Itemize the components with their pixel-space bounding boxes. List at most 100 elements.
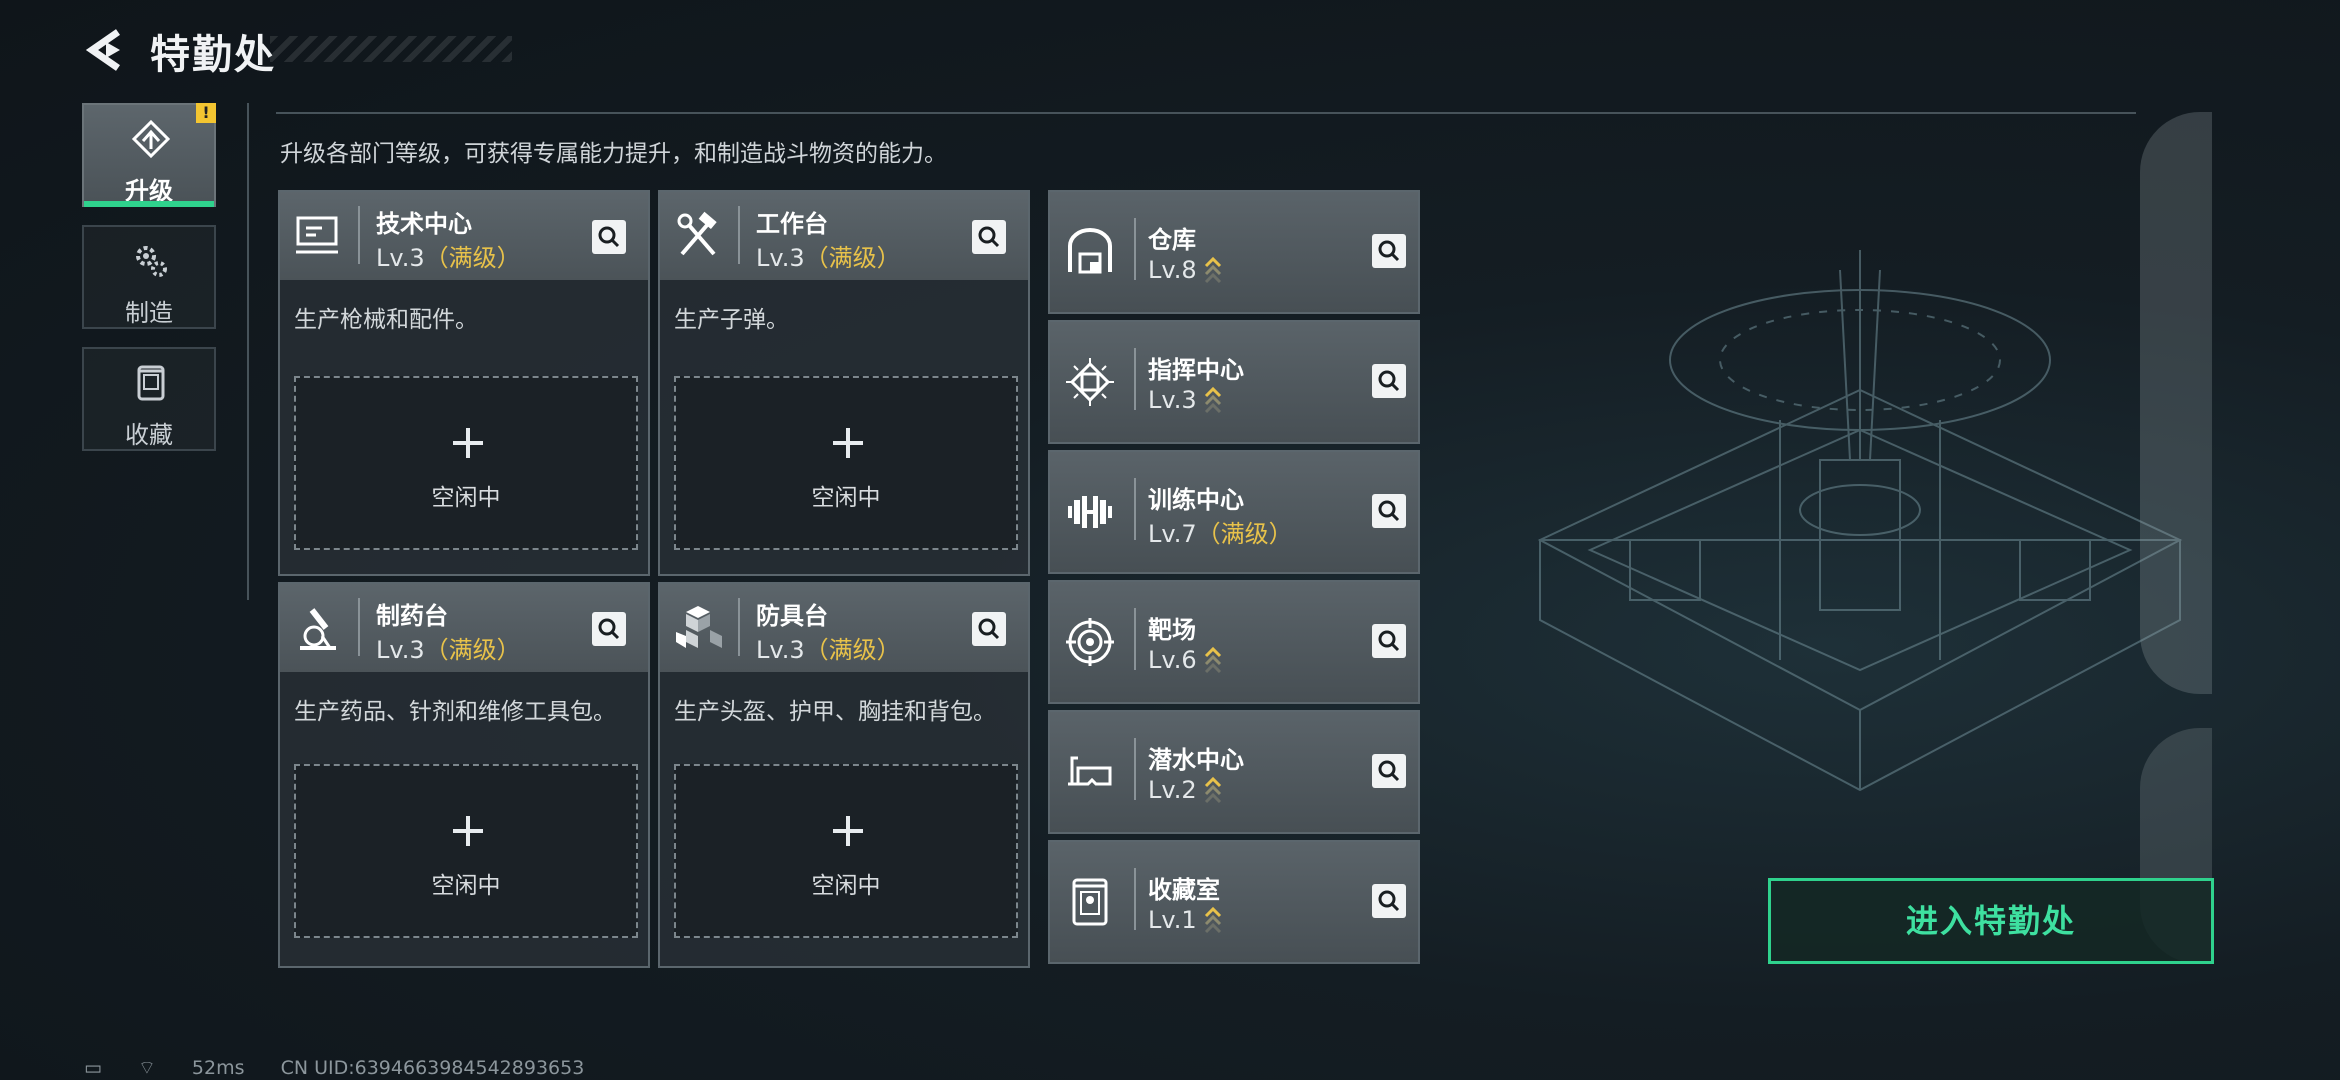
workbench-level: Lv.3（满级）	[756, 630, 901, 665]
tab-collection[interactable]: 收藏	[82, 347, 216, 451]
facility-name: 仓库	[1148, 226, 1196, 254]
collection-icon	[137, 365, 165, 401]
search-icon[interactable]	[1372, 494, 1406, 528]
plus-icon	[453, 428, 483, 458]
facility-name: 收藏室	[1148, 876, 1220, 904]
facility-card-warehouse[interactable]: 仓库 Lv.8	[1048, 190, 1420, 314]
search-icon[interactable]	[1372, 364, 1406, 398]
production-slot[interactable]: 空闲中	[674, 764, 1018, 938]
user-uid: CN UID:6394663984542893653	[280, 1057, 585, 1079]
facility-name: 潜水中心	[1148, 746, 1244, 774]
separator	[1134, 218, 1136, 280]
workbench-description: 生产子弹。	[674, 307, 789, 333]
alert-badge: !	[196, 103, 216, 123]
facility-card-range[interactable]: 靶场 Lv.6	[1048, 580, 1420, 704]
workbench-level: Lv.3（满级）	[376, 630, 521, 665]
slot-status: 空闲中	[811, 873, 881, 899]
production-slot[interactable]: 空闲中	[294, 764, 638, 938]
separator	[1134, 608, 1136, 670]
diving-mask-icon	[1068, 756, 1112, 786]
facility-card-diving[interactable]: 潜水中心 Lv.2	[1048, 710, 1420, 834]
level-value: Lv.7	[1148, 520, 1197, 548]
microscope-icon	[300, 608, 336, 650]
tab-craft[interactable]: 制造	[82, 225, 216, 329]
workbench-card-pharmacy[interactable]: 制药台 Lv.3（满级） 生产药品、针剂和维修工具包。 空闲中	[278, 582, 650, 968]
plus-icon	[833, 816, 863, 846]
workbench-card-armor[interactable]: 防具台 Lv.3（满级） 生产头盔、护甲、胸挂和背包。 空闲中	[658, 582, 1030, 968]
warehouse-icon	[1068, 228, 1112, 274]
workbench-name: 工作台	[756, 210, 828, 238]
facility-card-collection-room[interactable]: 收藏室 Lv.1	[1048, 840, 1420, 964]
tab-upgrade-label: 升级	[125, 177, 173, 205]
separator	[1134, 478, 1136, 540]
tools-icon	[677, 211, 717, 256]
cubes-icon	[676, 606, 722, 648]
search-icon[interactable]	[1372, 884, 1406, 918]
workbench-description: 生产头盔、护甲、胸挂和背包。	[674, 699, 996, 725]
search-icon[interactable]	[1372, 624, 1406, 658]
chip-icon	[1066, 358, 1114, 406]
enter-special-ops-button[interactable]: 进入特勤处	[1768, 878, 2214, 964]
max-level-tag: （满级）	[1196, 520, 1293, 548]
search-icon[interactable]	[1372, 234, 1406, 268]
level-value: Lv.6	[1148, 646, 1197, 674]
plus-icon	[833, 428, 863, 458]
level-value: Lv.2	[1148, 776, 1197, 804]
facility-name: 训练中心	[1148, 486, 1244, 514]
search-icon[interactable]	[592, 220, 626, 254]
tab-craft-label: 制造	[125, 299, 173, 327]
search-icon[interactable]	[972, 220, 1006, 254]
production-slot[interactable]: 空闲中	[294, 376, 638, 550]
frame-line	[247, 103, 249, 600]
search-icon[interactable]	[972, 612, 1006, 646]
side-panel[interactable]	[2140, 112, 2212, 694]
ping-value: 52ms	[191, 1057, 245, 1079]
workbench-name: 制药台	[376, 602, 448, 630]
workbench-card-tech[interactable]: 技术中心 Lv.3（满级） 生产枪械和配件。 空闲中	[278, 190, 650, 576]
level-value: Lv.3	[376, 636, 425, 664]
search-icon[interactable]	[592, 612, 626, 646]
separator	[1134, 348, 1136, 410]
intro-text: 升级各部门等级，可获得专属能力提升，和制造战斗物资的能力。	[280, 141, 947, 167]
separator	[358, 206, 360, 264]
slot-status: 空闲中	[811, 485, 881, 511]
upgrade-chevron-icon	[1204, 776, 1221, 804]
gears-icon	[136, 246, 167, 277]
facility-card-command[interactable]: 指挥中心 Lv.3	[1048, 320, 1420, 444]
workbench-level: Lv.3（满级）	[376, 238, 521, 273]
dumbbell-icon	[1068, 496, 1112, 528]
workbench-card-workshop[interactable]: 工作台 Lv.3（满级） 生产子弹。 空闲中	[658, 190, 1030, 576]
target-icon	[1066, 618, 1114, 666]
level-value: Lv.1	[1148, 906, 1197, 934]
upgrade-chevron-icon	[1204, 646, 1221, 674]
wifi-icon: ⌔	[138, 1057, 156, 1079]
facility-name: 靶场	[1148, 616, 1196, 644]
facility-level: Lv.6	[1148, 644, 1223, 674]
upgrade-chevron-icon	[1204, 256, 1221, 284]
plus-icon	[453, 816, 483, 846]
facility-level: Lv.1	[1148, 904, 1223, 934]
facility-card-training[interactable]: 训练中心 Lv.7（满级）	[1048, 450, 1420, 574]
search-icon[interactable]	[1372, 754, 1406, 788]
separator	[738, 206, 740, 264]
production-slot[interactable]: 空闲中	[674, 376, 1018, 550]
max-level-tag: （满级）	[424, 636, 521, 664]
slot-status: 空闲中	[431, 873, 501, 899]
status-bar: ▭ ⌔ 52ms CN UID:6394663984542893653	[84, 1056, 614, 1080]
workbench-level: Lv.3（满级）	[756, 238, 901, 273]
monitor-icon	[296, 216, 338, 254]
page-title: 特勤处	[150, 32, 276, 78]
upgrade-chevron-icon	[1204, 906, 1221, 934]
separator	[1134, 738, 1136, 800]
workbench-name: 防具台	[756, 602, 828, 630]
back-arrow-icon[interactable]	[80, 26, 128, 74]
upgrade-chevron-icon	[1204, 386, 1221, 414]
tab-collection-label: 收藏	[125, 421, 173, 449]
facility-level: Lv.3	[1148, 384, 1223, 414]
display-case-icon	[1072, 878, 1108, 926]
facility-level: Lv.7（满级）	[1148, 514, 1293, 549]
facility-level: Lv.2	[1148, 774, 1223, 804]
level-value: Lv.3	[756, 636, 805, 664]
level-value: Lv.3	[756, 244, 805, 272]
level-value: Lv.3	[376, 244, 425, 272]
